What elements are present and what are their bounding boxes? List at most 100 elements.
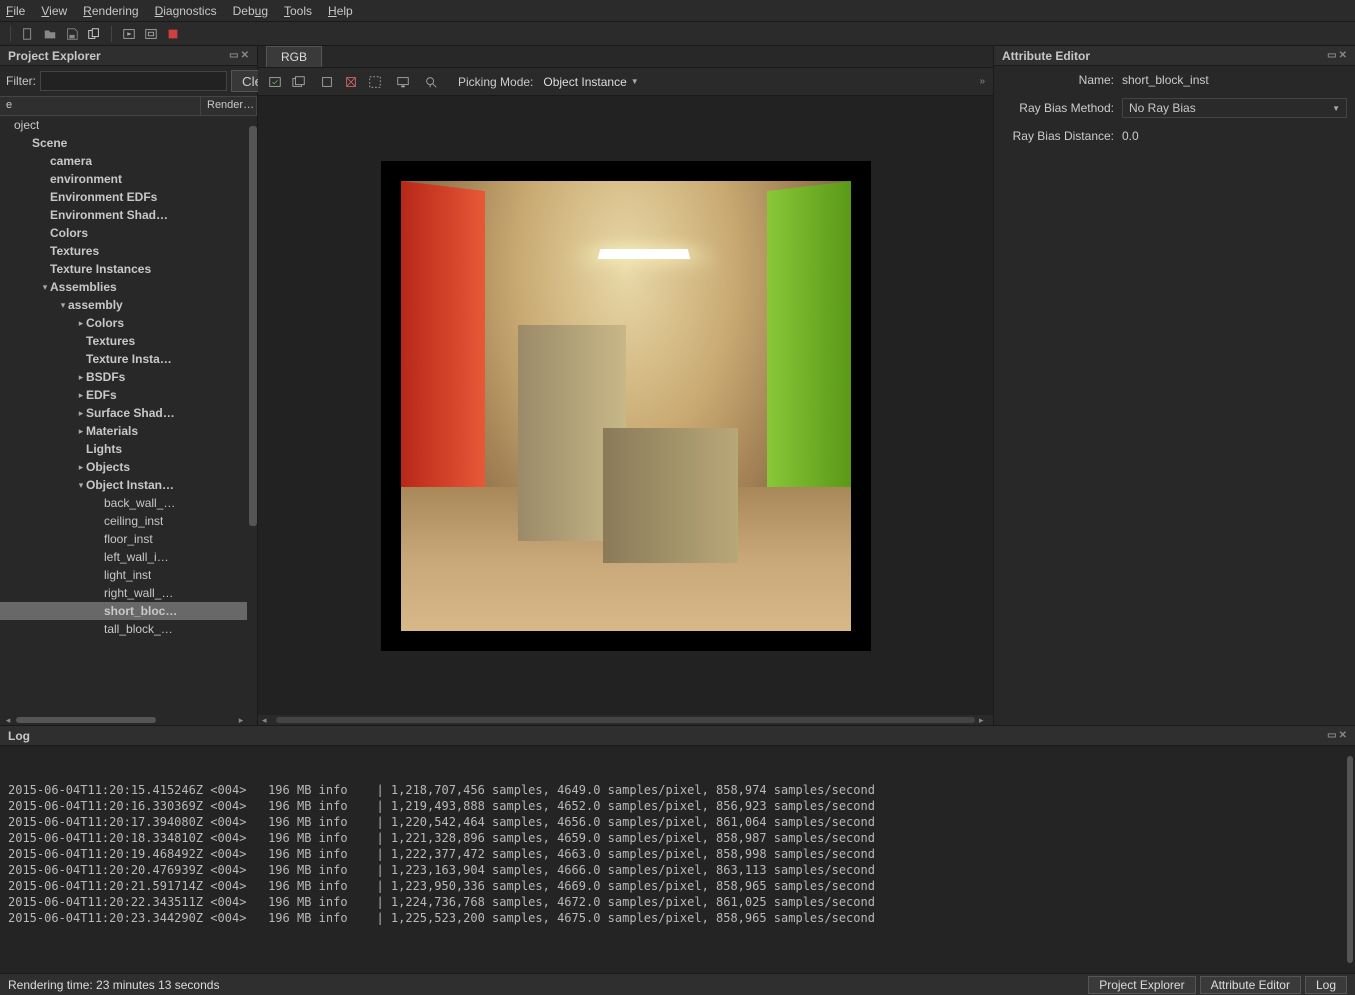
viewport-tabs: RGB: [258, 46, 993, 68]
menu-tools[interactable]: Tools: [284, 4, 312, 18]
tree-item[interactable]: Colors: [0, 224, 247, 242]
tree-item-label: Assemblies: [50, 280, 117, 294]
tree-item[interactable]: Scene: [0, 134, 247, 152]
col-name[interactable]: e: [0, 97, 201, 115]
tree-item[interactable]: ▸BSDFs: [0, 368, 247, 386]
expand-arrow-icon[interactable]: ▸: [76, 462, 86, 473]
close-panel-icon[interactable]: ✕: [1339, 50, 1347, 61]
tree-item[interactable]: ▾assembly: [0, 296, 247, 314]
open-folder-icon[interactable]: [41, 25, 59, 43]
tree-item-label: short_bloc…: [104, 604, 177, 618]
attr-value[interactable]: 0.0: [1122, 129, 1347, 143]
tree-item[interactable]: Lights: [0, 440, 247, 458]
vertical-scrollbar[interactable]: [249, 126, 257, 526]
menu-rendering[interactable]: Rendering: [83, 4, 138, 18]
log-scrollbar[interactable]: [1347, 756, 1353, 963]
tree-item[interactable]: ceiling_inst: [0, 512, 247, 530]
status-attribute-editor-button[interactable]: Attribute Editor: [1200, 976, 1301, 994]
attr-select[interactable]: No Ray Bias▼: [1122, 98, 1347, 118]
render-frame: [381, 161, 871, 651]
save-icon[interactable]: [63, 25, 81, 43]
expand-arrow-icon[interactable]: ▸: [76, 390, 86, 401]
scroll-left-icon[interactable]: ◂: [262, 715, 272, 726]
dock-float-icon[interactable]: ▭: [1327, 50, 1336, 61]
tree-item[interactable]: right_wall_…: [0, 584, 247, 602]
tree-item[interactable]: ▸Objects: [0, 458, 247, 476]
expand-arrow-icon[interactable]: ▸: [76, 372, 86, 383]
tree-item[interactable]: Textures: [0, 332, 247, 350]
scroll-right-icon[interactable]: ▸: [237, 715, 245, 726]
log-body[interactable]: 2015-06-04T11:20:15.415246Z <004> 196 MB…: [0, 746, 1355, 973]
picking-mode-select[interactable]: Object Instance ▼: [543, 75, 638, 89]
tree-item[interactable]: oject: [0, 116, 247, 134]
tree-item[interactable]: ▸Colors: [0, 314, 247, 332]
tree[interactable]: ojectScenecameraenvironmentEnvironment E…: [0, 116, 247, 711]
dock-float-icon[interactable]: ▭: [1327, 730, 1336, 741]
tree-item[interactable]: Texture Instances: [0, 260, 247, 278]
crop-icon[interactable]: [366, 73, 384, 91]
project-explorer-panel: Project Explorer ▭ ✕ Filter: Clear e Ren…: [0, 46, 258, 725]
reload-icon[interactable]: [85, 25, 103, 43]
close-panel-icon[interactable]: ✕: [1339, 730, 1347, 741]
render-viewport[interactable]: [258, 96, 993, 715]
status-log-button[interactable]: Log: [1305, 976, 1347, 994]
select-rect-icon[interactable]: [318, 73, 336, 91]
log-panel: Log ▭ ✕ 2015-06-04T11:20:15.415246Z <004…: [0, 725, 1355, 973]
clear-selection-icon[interactable]: [342, 73, 360, 91]
scroll-right-icon[interactable]: ▸: [979, 715, 989, 726]
dock-float-icon[interactable]: ▭: [229, 50, 238, 61]
overflow-icon[interactable]: »: [979, 76, 985, 87]
tree-item[interactable]: ▸Materials: [0, 422, 247, 440]
tree-item[interactable]: ▸Surface Shad…: [0, 404, 247, 422]
project-explorer-title: Project Explorer: [8, 49, 101, 63]
tree-item-label: back_wall_…: [104, 496, 175, 510]
tree-item[interactable]: tall_block_…: [0, 620, 247, 638]
menu-diagnostics[interactable]: Diagnostics: [155, 4, 217, 18]
expand-arrow-icon[interactable]: ▸: [76, 318, 86, 329]
attr-row: Ray Bias Method:No Ray Bias▼: [994, 94, 1355, 122]
tree-item[interactable]: back_wall_…: [0, 494, 247, 512]
tree-item[interactable]: short_bloc…: [0, 602, 247, 620]
tree-item[interactable]: Environment Shad…: [0, 206, 247, 224]
tree-item[interactable]: left_wall_i…: [0, 548, 247, 566]
tree-item[interactable]: floor_inst: [0, 530, 247, 548]
tree-item[interactable]: Environment EDFs: [0, 188, 247, 206]
display-settings-icon[interactable]: [394, 73, 412, 91]
new-file-icon[interactable]: [19, 25, 37, 43]
tree-item[interactable]: Texture Insta…: [0, 350, 247, 368]
render-start-icon[interactable]: [120, 25, 138, 43]
tree-item[interactable]: ▾Object Instan…: [0, 476, 247, 494]
horizontal-scrollbar[interactable]: ◂ ▸: [4, 715, 245, 725]
tree-item[interactable]: ▸EDFs: [0, 386, 247, 404]
expand-arrow-icon[interactable]: ▸: [76, 408, 86, 419]
expand-arrow-icon[interactable]: ▸: [76, 426, 86, 437]
menu-help[interactable]: Help: [328, 4, 353, 18]
expand-arrow-icon[interactable]: ▾: [40, 282, 50, 293]
tree-item[interactable]: ▾Assemblies: [0, 278, 247, 296]
tree-item[interactable]: Textures: [0, 242, 247, 260]
filter-input[interactable]: [40, 71, 227, 91]
expand-arrow-icon[interactable]: ▾: [58, 300, 68, 311]
attr-value[interactable]: short_block_inst: [1122, 73, 1347, 87]
close-panel-icon[interactable]: ✕: [241, 50, 249, 61]
menu-debug[interactable]: Debug: [233, 4, 268, 18]
save-all-icon[interactable]: [290, 73, 308, 91]
menu-view[interactable]: View: [41, 4, 67, 18]
menu-file[interactable]: File: [6, 4, 25, 18]
viewport-hscroll[interactable]: ◂ ▸: [258, 715, 993, 725]
tree-item[interactable]: environment: [0, 170, 247, 188]
tree-item[interactable]: light_inst: [0, 566, 247, 584]
expand-arrow-icon[interactable]: ▾: [76, 480, 86, 491]
save-render-icon[interactable]: [266, 73, 284, 91]
scroll-left-icon[interactable]: ◂: [4, 715, 12, 726]
render-stop-icon[interactable]: [164, 25, 182, 43]
scrollbar-thumb[interactable]: [16, 717, 156, 723]
status-project-explorer-button[interactable]: Project Explorer: [1088, 976, 1195, 994]
tree-item[interactable]: camera: [0, 152, 247, 170]
col-render[interactable]: Render…: [201, 97, 257, 115]
tab-rgb[interactable]: RGB: [266, 46, 322, 67]
scrollbar-thumb[interactable]: [276, 717, 975, 723]
inspect-icon[interactable]: [422, 73, 440, 91]
render-region-icon[interactable]: [142, 25, 160, 43]
tree-item-label: BSDFs: [86, 370, 125, 384]
